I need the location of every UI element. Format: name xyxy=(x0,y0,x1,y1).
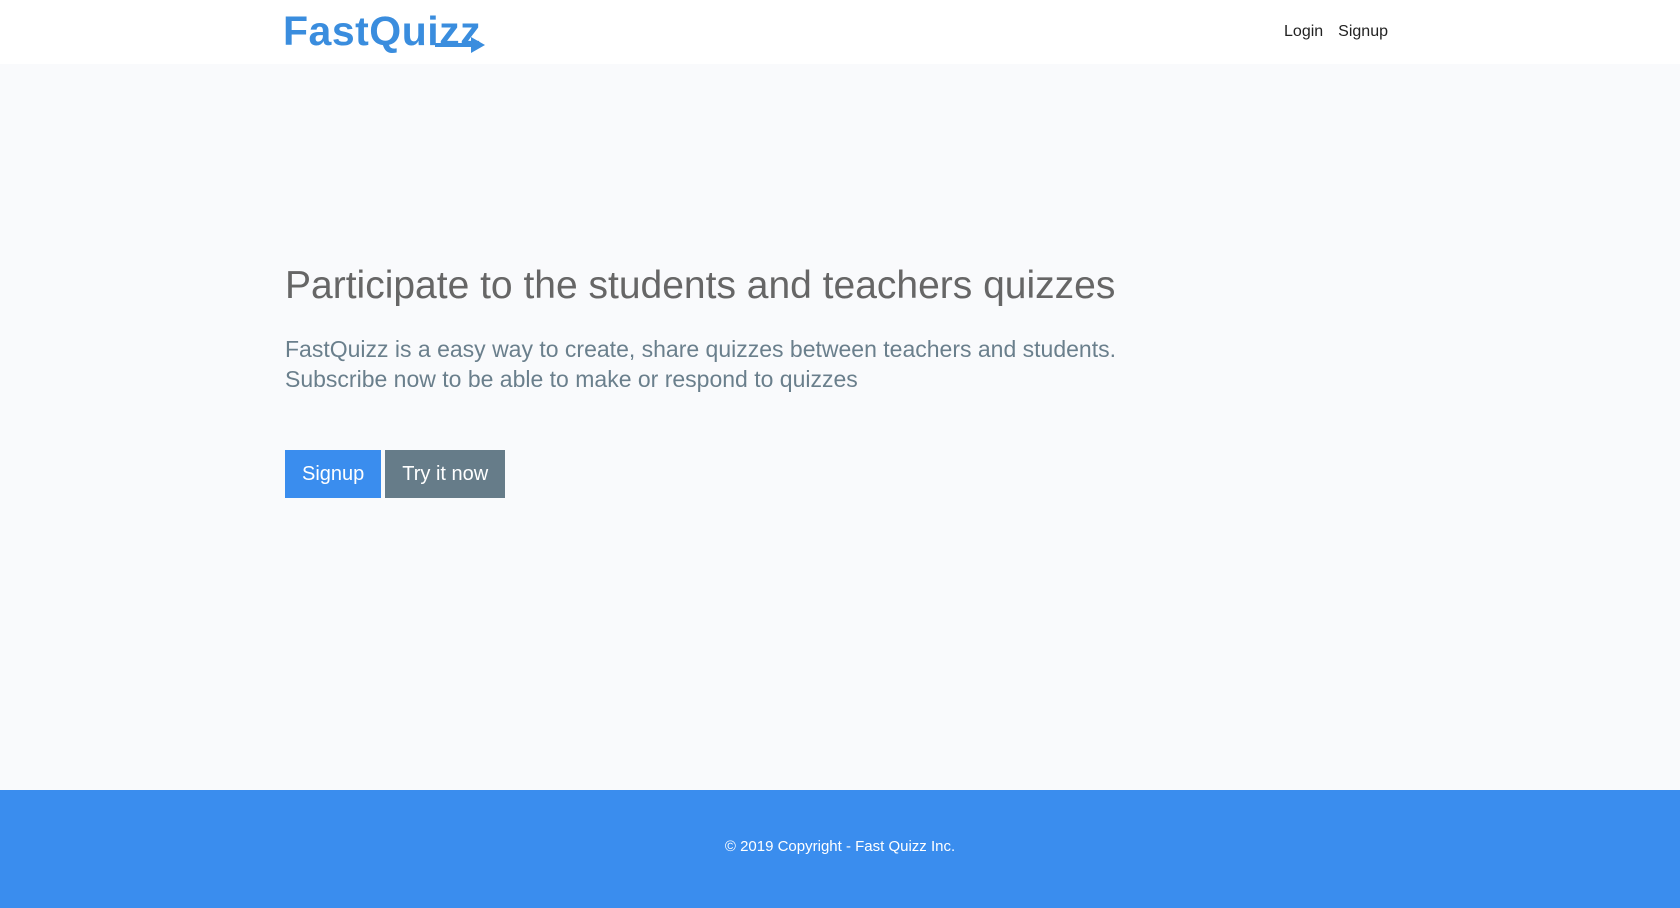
arrow-right-icon xyxy=(435,37,485,53)
hero-subtitle-line-2: Subscribe now to be able to make or resp… xyxy=(285,366,858,392)
footer-copyright: © 2019 Copyright - Fast Quizz Inc. xyxy=(724,838,956,855)
hero-subtitle: FastQuizz is a easy way to create, share… xyxy=(285,334,1185,394)
hero-button-group: Signup Try it now xyxy=(285,450,506,498)
hero-subtitle-line-1: FastQuizz is a easy way to create, share… xyxy=(285,336,1116,362)
hero-section: Participate to the students and teachers… xyxy=(0,64,1680,790)
try-it-now-button[interactable]: Try it now xyxy=(385,450,506,498)
page: FastQuizz Login Signup Participate to th… xyxy=(0,0,1680,908)
hero-title: Participate to the students and teachers… xyxy=(285,264,1116,307)
top-navbar: FastQuizz Login Signup xyxy=(0,0,1680,64)
nav-signup-link[interactable]: Signup xyxy=(1338,20,1388,44)
nav-login-link[interactable]: Login xyxy=(1284,20,1323,44)
signup-button[interactable]: Signup xyxy=(285,450,382,498)
main-nav: Login Signup xyxy=(1284,20,1388,44)
page-footer: © 2019 Copyright - Fast Quizz Inc. xyxy=(0,790,1680,908)
brand-logo-link[interactable]: FastQuizz xyxy=(283,8,485,54)
